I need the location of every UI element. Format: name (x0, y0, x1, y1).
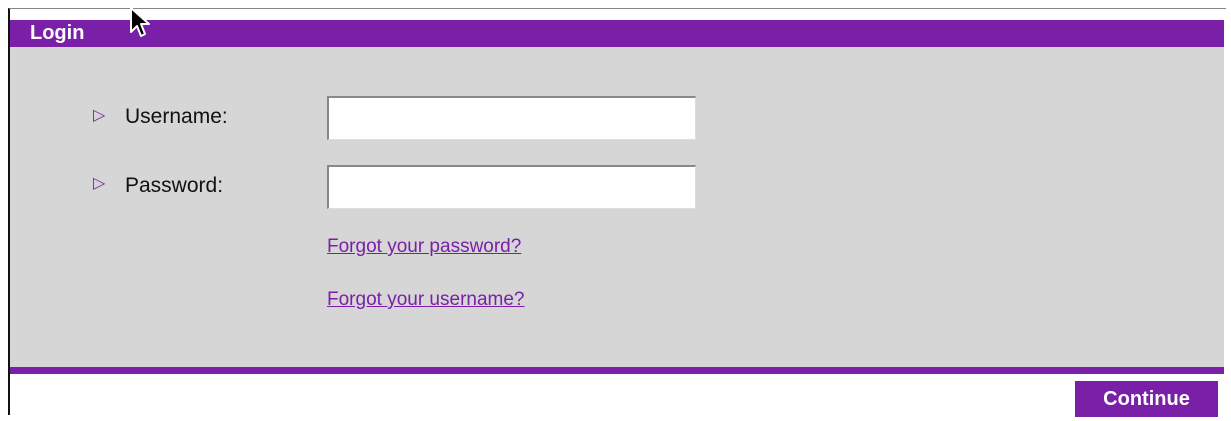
continue-button[interactable]: Continue (1075, 381, 1218, 417)
login-header: Login (10, 20, 1224, 47)
forgot-username-link[interactable]: Forgot your username? (327, 289, 525, 311)
triangle-right-icon: ▷ (93, 175, 106, 192)
username-input[interactable] (327, 96, 696, 140)
forgot-password-link[interactable]: Forgot your password? (327, 236, 521, 258)
password-label: Password: (125, 174, 224, 197)
page-title: Login (30, 22, 85, 44)
mouse-cursor-icon (130, 7, 150, 37)
divider (10, 367, 1224, 374)
password-input[interactable] (327, 165, 696, 209)
username-label: Username: (125, 105, 228, 128)
triangle-right-icon: ▷ (93, 107, 106, 124)
